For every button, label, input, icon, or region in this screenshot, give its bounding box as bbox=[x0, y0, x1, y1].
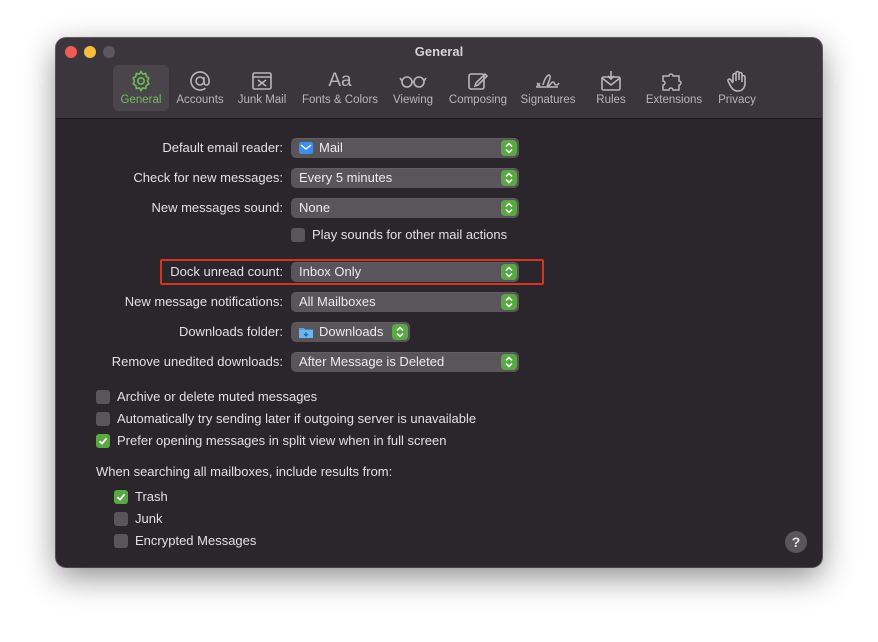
search-junk-checkbox[interactable]: Junk bbox=[114, 511, 162, 526]
archive-muted-checkbox[interactable]: Archive or delete muted messages bbox=[96, 389, 317, 404]
auto-send-later-checkbox[interactable]: Automatically try sending later if outgo… bbox=[96, 411, 476, 426]
check-new-label: Check for new messages: bbox=[133, 170, 283, 185]
downloads-folder-popup[interactable]: Downloads bbox=[291, 322, 410, 342]
notifications-label: New message notifications: bbox=[124, 294, 283, 309]
folder-icon bbox=[299, 324, 313, 338]
new-sound-label: New messages sound: bbox=[151, 200, 283, 215]
search-heading: When searching all mailboxes, include re… bbox=[96, 464, 393, 479]
tab-junk-mail[interactable]: Junk Mail bbox=[233, 65, 291, 111]
hand-icon bbox=[712, 69, 762, 93]
notifications-value: All Mailboxes bbox=[299, 294, 376, 309]
envelope-rules-icon bbox=[589, 69, 633, 93]
auto-send-later-label: Automatically try sending later if outgo… bbox=[117, 411, 477, 426]
tab-extensions-label: Extensions bbox=[645, 94, 703, 106]
tab-signatures-label: Signatures bbox=[520, 94, 576, 106]
tab-general[interactable]: General bbox=[113, 65, 169, 111]
downloads-folder-value: Downloads bbox=[319, 324, 384, 339]
search-encrypted-checkbox[interactable]: Encrypted Messages bbox=[114, 533, 256, 548]
chevron-updown-icon bbox=[392, 324, 408, 340]
play-sounds-checkbox[interactable]: Play sounds for other mail actions bbox=[291, 227, 507, 242]
tab-privacy[interactable]: Privacy bbox=[712, 65, 762, 111]
search-encrypted-label: Encrypted Messages bbox=[135, 533, 257, 548]
remove-downloads-label: Remove unedited downloads: bbox=[111, 354, 283, 369]
window-title: General bbox=[414, 44, 464, 59]
mail-app-icon bbox=[299, 140, 313, 154]
chevron-updown-icon bbox=[501, 354, 517, 370]
glasses-icon bbox=[387, 69, 439, 93]
search-junk-label: Junk bbox=[135, 511, 163, 526]
help-button[interactable]: ? bbox=[785, 531, 807, 553]
font-aa-icon: Aa bbox=[328, 70, 352, 91]
gear-icon bbox=[113, 69, 169, 93]
mail-preferences-window: General General Accounts Junk Mail Aa Fo… bbox=[56, 38, 822, 567]
split-view-checkbox[interactable]: Prefer opening messages in split view wh… bbox=[96, 433, 447, 448]
tab-viewing-label: Viewing bbox=[392, 94, 434, 106]
red-highlight-annotation bbox=[160, 259, 544, 285]
default-reader-value: Mail bbox=[319, 140, 343, 155]
tab-junk-mail-label: Junk Mail bbox=[237, 94, 287, 106]
notifications-popup[interactable]: All Mailboxes bbox=[291, 292, 519, 312]
tab-accounts-label: Accounts bbox=[176, 94, 224, 106]
signature-icon bbox=[516, 69, 580, 93]
tab-composing[interactable]: Composing bbox=[444, 65, 512, 111]
tab-general-label: General bbox=[120, 94, 162, 106]
tab-signatures[interactable]: Signatures bbox=[516, 65, 580, 111]
search-trash-label: Trash bbox=[135, 489, 168, 504]
chevron-updown-icon bbox=[501, 294, 517, 310]
checkmark-icon bbox=[114, 489, 128, 504]
default-reader-label: Default email reader: bbox=[162, 140, 283, 155]
tab-fonts-colors[interactable]: Aa Fonts & Colors bbox=[298, 65, 382, 111]
chevron-updown-icon bbox=[501, 170, 517, 186]
tab-rules-label: Rules bbox=[596, 94, 626, 106]
junk-tray-icon bbox=[233, 69, 291, 93]
remove-downloads-value: After Message is Deleted bbox=[299, 354, 445, 369]
check-new-value: Every 5 minutes bbox=[299, 170, 393, 185]
tab-privacy-label: Privacy bbox=[718, 94, 756, 106]
default-reader-popup[interactable]: Mail bbox=[291, 138, 519, 158]
tab-composing-label: Composing bbox=[448, 94, 508, 106]
play-sounds-label: Play sounds for other mail actions bbox=[312, 227, 508, 242]
check-new-popup[interactable]: Every 5 minutes bbox=[291, 168, 519, 188]
tab-fonts-colors-label: Fonts & Colors bbox=[301, 94, 379, 106]
new-sound-value: None bbox=[299, 200, 331, 215]
new-sound-popup[interactable]: None bbox=[291, 198, 519, 218]
toolbar: General General Accounts Junk Mail Aa Fo… bbox=[56, 38, 822, 119]
compose-icon bbox=[444, 69, 512, 93]
split-view-label: Prefer opening messages in split view wh… bbox=[117, 433, 447, 448]
tab-viewing[interactable]: Viewing bbox=[387, 65, 439, 111]
checkbox-box bbox=[291, 227, 305, 242]
downloads-folder-label: Downloads folder: bbox=[178, 324, 283, 339]
checkbox-box bbox=[114, 533, 128, 548]
checkbox-box bbox=[114, 511, 128, 526]
search-trash-checkbox[interactable]: Trash bbox=[114, 489, 168, 504]
at-sign-icon bbox=[172, 69, 228, 93]
chevron-updown-icon bbox=[501, 200, 517, 216]
archive-muted-label: Archive or delete muted messages bbox=[117, 389, 318, 404]
puzzle-icon bbox=[641, 69, 707, 93]
checkbox-box bbox=[96, 411, 110, 426]
remove-downloads-popup[interactable]: After Message is Deleted bbox=[291, 352, 519, 372]
tab-rules[interactable]: Rules bbox=[589, 65, 633, 111]
checkbox-box bbox=[96, 389, 110, 404]
tab-accounts[interactable]: Accounts bbox=[172, 65, 228, 111]
checkmark-icon bbox=[96, 433, 110, 448]
chevron-updown-icon bbox=[501, 140, 517, 156]
tab-extensions[interactable]: Extensions bbox=[641, 65, 707, 111]
